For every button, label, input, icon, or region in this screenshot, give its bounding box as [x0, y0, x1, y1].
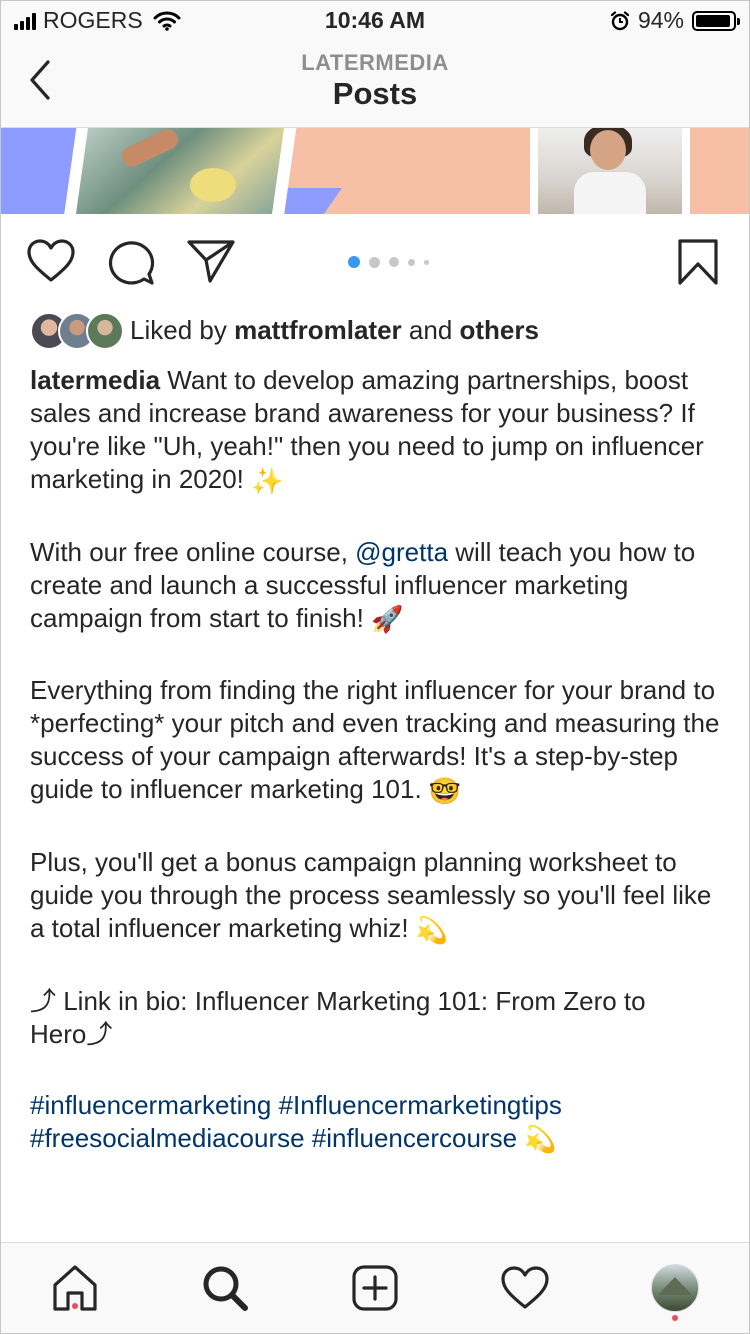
tab-new-post[interactable]: [348, 1261, 402, 1315]
caption-username[interactable]: latermedia: [30, 365, 160, 395]
like-heart-icon[interactable]: [26, 238, 76, 284]
status-bar: ROGERS 10:46 AM 94%: [0, 0, 750, 40]
bottom-tab-bar: [0, 1242, 750, 1334]
profile-avatar: [651, 1264, 699, 1312]
dizzy-emoji: 💫: [415, 914, 449, 945]
carousel-dot: [369, 256, 380, 268]
tab-activity[interactable]: [498, 1261, 552, 1315]
page-title: Posts: [332, 76, 418, 111]
dizzy-emoji: 💫: [524, 1124, 557, 1155]
post-caption: latermedia Want to develop amazing partn…: [30, 364, 730, 1194]
caption-text: Plus, you'll get a bonus campaign planni…: [30, 846, 712, 943]
status-right: 94%: [610, 7, 740, 34]
battery-percent: 94%: [637, 7, 684, 33]
tab-home[interactable]: [48, 1261, 102, 1315]
caption-paragraph: Plus, you'll get a bonus campaign planni…: [30, 846, 730, 947]
caption-paragraph: ⤴ Link in bio: Influencer Marketing 101:…: [30, 985, 730, 1051]
caption-text: With our free online course,: [30, 536, 356, 567]
tab-search[interactable]: [198, 1261, 252, 1315]
nav-header: LATERMEDIA Posts: [0, 40, 750, 128]
likes-prefix: Liked by: [130, 314, 235, 345]
battery-icon: [692, 10, 740, 31]
share-send-icon[interactable]: [186, 238, 236, 284]
carousel-dot: [424, 259, 429, 265]
comment-bubble-icon[interactable]: [106, 238, 156, 286]
liker-username[interactable]: mattfromlater: [234, 315, 402, 346]
nerd-face-emoji: 🤓: [428, 775, 462, 806]
mention-link[interactable]: @gretta: [355, 537, 448, 567]
bookmark-icon[interactable]: [676, 238, 720, 286]
post-media-carousel[interactable]: [0, 128, 750, 214]
avatar: [86, 312, 124, 350]
battery-fill: [696, 14, 730, 27]
notification-dot: [672, 1315, 678, 1321]
activity-heart-icon: [501, 1266, 549, 1309]
likes-summary[interactable]: Liked by mattfromlater and others: [30, 310, 539, 350]
caption-paragraph: latermedia Want to develop amazing partn…: [30, 364, 730, 498]
carousel-dot: [408, 258, 415, 266]
likes-middle: and: [401, 314, 460, 345]
tab-profile[interactable]: [648, 1261, 702, 1321]
carousel-dot-active: [348, 256, 360, 268]
caption-paragraph: Everything from finding the right influe…: [30, 674, 730, 808]
account-name: LATERMEDIA: [301, 50, 449, 75]
caption-link-in-bio: ⤴ Link in bio: Influencer Marketing 101:…: [30, 985, 646, 1049]
hashtag-links[interactable]: #influencermarketing #Influencermarketin…: [30, 1090, 562, 1153]
carousel-indicator: [348, 256, 429, 268]
notification-dot: [72, 1303, 78, 1309]
post-action-bar: [0, 230, 750, 294]
new-post-icon: [352, 1265, 398, 1311]
carousel-dot: [389, 257, 399, 267]
likes-others-link[interactable]: others: [460, 315, 539, 346]
media-photo-detail: [590, 130, 626, 170]
media-photo-drink: [75, 128, 285, 214]
alarm-icon: [610, 10, 630, 30]
media-photo-detail: [190, 168, 236, 202]
caption-text: Everything from finding the right influe…: [30, 675, 720, 805]
caption-paragraph: With our free online course, @gretta wil…: [30, 536, 730, 637]
rocket-emoji: 🚀: [371, 604, 404, 635]
caption-paragraph: #influencermarketing #Influencermarketin…: [30, 1089, 730, 1157]
liker-avatars: [30, 312, 124, 350]
media-photo-detail: [574, 172, 646, 214]
search-icon: [203, 1266, 248, 1311]
sparkles-emoji: ✨: [251, 465, 284, 496]
